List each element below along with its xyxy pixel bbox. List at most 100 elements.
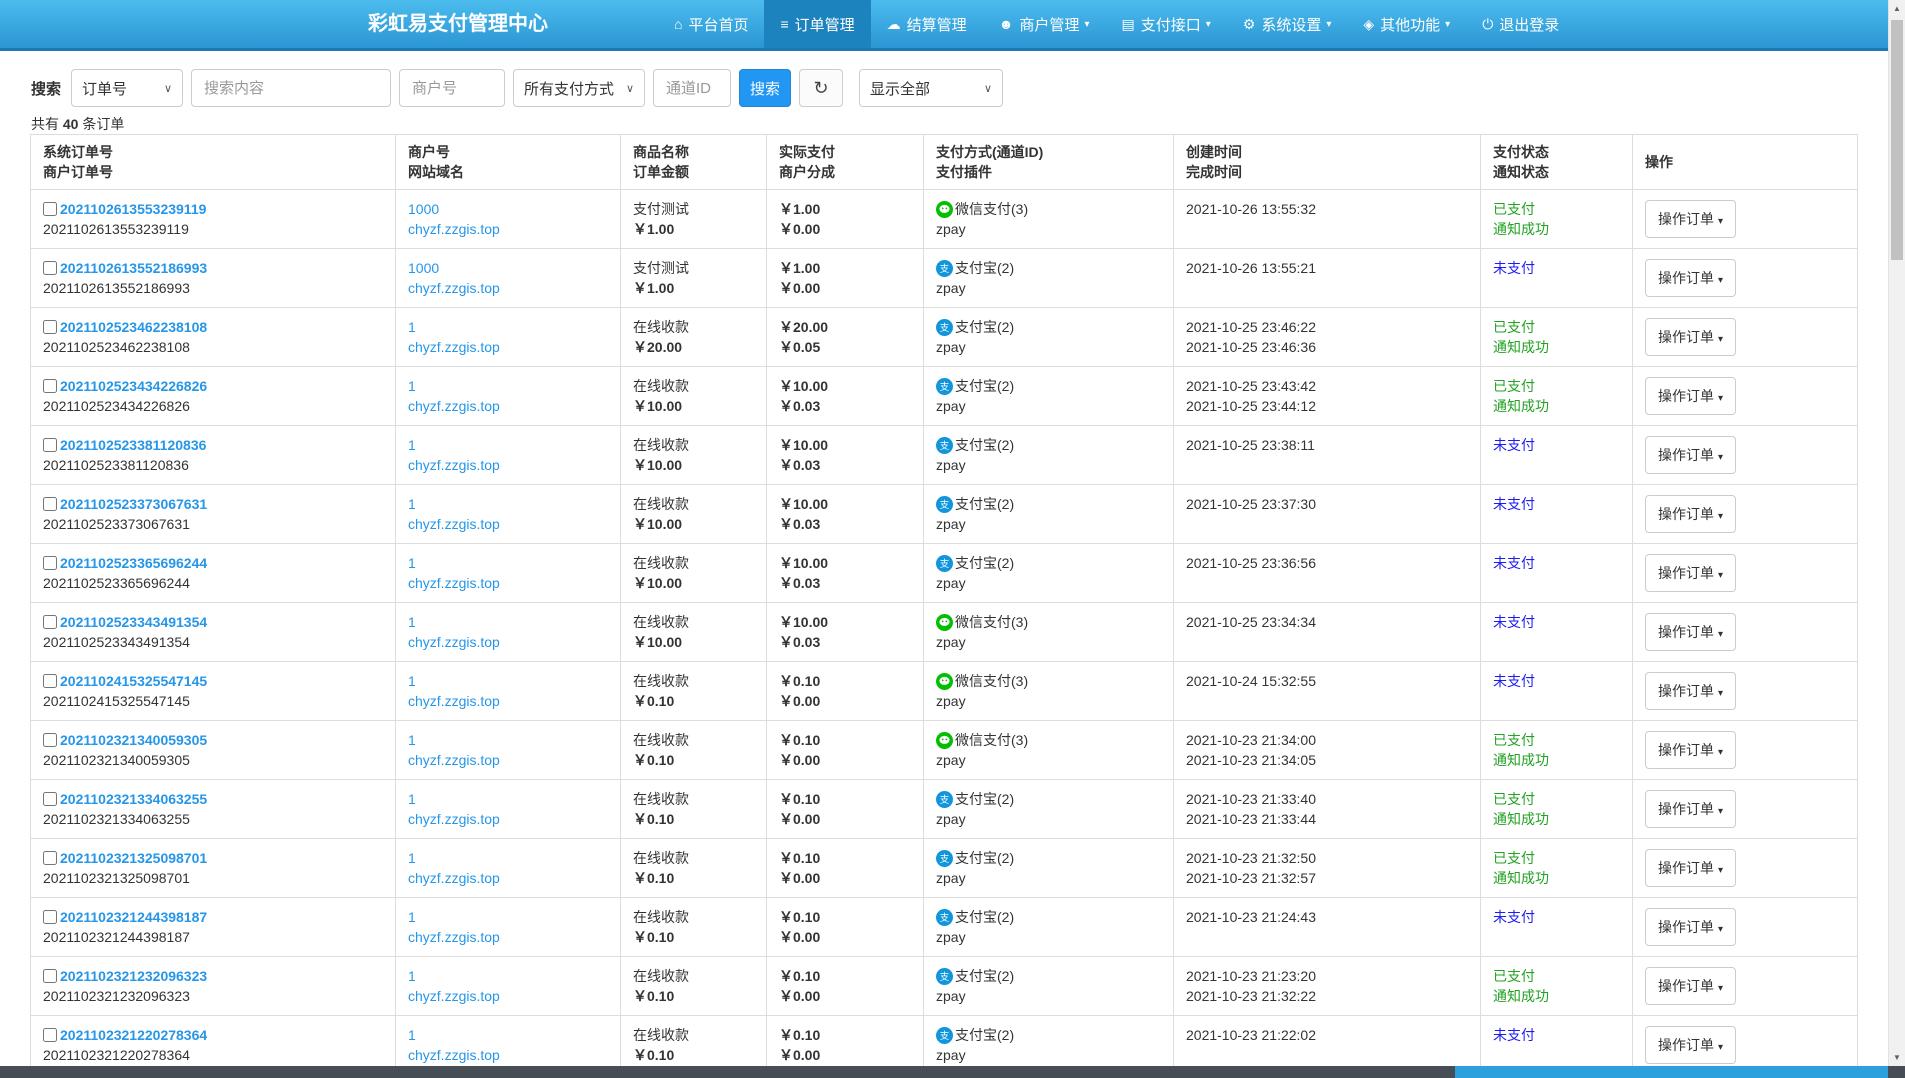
- site-domain-link[interactable]: chyzf.zzgis.top: [408, 398, 500, 414]
- row-checkbox[interactable]: [43, 910, 57, 924]
- row-checkbox[interactable]: [43, 556, 57, 570]
- site-domain-link[interactable]: chyzf.zzgis.top: [408, 634, 500, 650]
- refresh-button[interactable]: ↻: [799, 69, 843, 107]
- row-checkbox[interactable]: [43, 1028, 57, 1042]
- nav-item-orders[interactable]: ≡ 订单管理: [764, 0, 870, 48]
- search-content-input[interactable]: [191, 69, 391, 107]
- order-action-button[interactable]: 操作订单▾: [1645, 849, 1736, 887]
- nav-item-logout[interactable]: ⏻ 退出登录: [1466, 0, 1575, 48]
- order-action-button[interactable]: 操作订单▾: [1645, 731, 1736, 769]
- site-domain-link[interactable]: chyzf.zzgis.top: [408, 811, 500, 827]
- nav-item-pay-api[interactable]: ▤ 支付接口 ▾: [1105, 0, 1226, 48]
- order-action-button[interactable]: 操作订单▾: [1645, 1026, 1736, 1064]
- system-order-link[interactable]: 2021102321325098701: [60, 850, 207, 866]
- merchant-id-link[interactable]: 1: [408, 614, 416, 630]
- system-order-link[interactable]: 2021102321340059305: [60, 732, 207, 748]
- merchant-id-link[interactable]: 1: [408, 496, 416, 512]
- merchant-id-link[interactable]: 1000: [408, 201, 439, 217]
- order-action-button[interactable]: 操作订单▾: [1645, 790, 1736, 828]
- horizontal-scrollbar[interactable]: [0, 1066, 1905, 1078]
- nav-item-system-settings[interactable]: ⚙ 系统设置 ▾: [1227, 0, 1348, 48]
- system-order-link[interactable]: 2021102321220278364: [60, 1027, 207, 1043]
- order-action-button[interactable]: 操作订单▾: [1645, 672, 1736, 710]
- order-action-button[interactable]: 操作订单▾: [1645, 967, 1736, 1005]
- site-domain-link[interactable]: chyzf.zzgis.top: [408, 988, 500, 1004]
- merchant-id-link[interactable]: 1: [408, 378, 416, 394]
- row-checkbox[interactable]: [43, 497, 57, 511]
- site-domain-link[interactable]: chyzf.zzgis.top: [408, 221, 500, 237]
- order-action-button[interactable]: 操作订单▾: [1645, 908, 1736, 946]
- system-order-link[interactable]: 2021102523373067631: [60, 496, 207, 512]
- row-checkbox[interactable]: [43, 674, 57, 688]
- order-action-button[interactable]: 操作订单▾: [1645, 436, 1736, 474]
- merchant-id-link[interactable]: 1000: [408, 260, 439, 276]
- merchant-id-link[interactable]: 1: [408, 319, 416, 335]
- system-order-link[interactable]: 2021102523462238108: [60, 319, 207, 335]
- row-checkbox[interactable]: [43, 615, 57, 629]
- system-order-link[interactable]: 2021102523343491354: [60, 614, 207, 630]
- system-order-link[interactable]: 2021102523365696244: [60, 555, 207, 571]
- channel-id-input[interactable]: [653, 69, 731, 107]
- order-action-button[interactable]: 操作订单▾: [1645, 554, 1736, 592]
- system-order-link[interactable]: 2021102415325547145: [60, 673, 207, 689]
- site-domain-link[interactable]: chyzf.zzgis.top: [408, 280, 500, 296]
- order-action-button[interactable]: 操作订单▾: [1645, 377, 1736, 415]
- merchant-id-link[interactable]: 1: [408, 1027, 416, 1043]
- merchant-id-link[interactable]: 1: [408, 673, 416, 689]
- row-checkbox[interactable]: [43, 969, 57, 983]
- merchant-id-input[interactable]: [399, 69, 505, 107]
- site-domain-link[interactable]: chyzf.zzgis.top: [408, 516, 500, 532]
- nav-item-settlement[interactable]: ☁ 结算管理: [871, 0, 983, 48]
- nav-item-home[interactable]: ⌂ 平台首页: [658, 0, 764, 48]
- product-name: 在线收款: [633, 907, 754, 927]
- row-checkbox[interactable]: [43, 261, 57, 275]
- system-order-link[interactable]: 2021102523381120836: [60, 437, 206, 453]
- site-domain-link[interactable]: chyzf.zzgis.top: [408, 752, 500, 768]
- merchant-id-link[interactable]: 1: [408, 850, 416, 866]
- merchant-id-link[interactable]: 1: [408, 791, 416, 807]
- nav-item-merchants[interactable]: ☻ 商户管理 ▾: [983, 0, 1106, 48]
- scroll-down-icon[interactable]: ▼: [1889, 1049, 1905, 1066]
- row-checkbox[interactable]: [43, 851, 57, 865]
- system-order-link[interactable]: 2021102321232096323: [60, 968, 207, 984]
- search-type-select[interactable]: 订单号 ∨: [71, 69, 183, 107]
- merchant-id-link[interactable]: 1: [408, 732, 416, 748]
- vertical-scrollbar[interactable]: ▲ ▼: [1888, 0, 1905, 1066]
- system-order-link[interactable]: 2021102321334063255: [60, 791, 207, 807]
- row-checkbox[interactable]: [43, 379, 57, 393]
- row-checkbox[interactable]: [43, 202, 57, 216]
- search-button[interactable]: 搜索: [739, 69, 791, 107]
- system-order-link[interactable]: 2021102613553239119: [60, 201, 206, 217]
- site-domain-link[interactable]: chyzf.zzgis.top: [408, 575, 500, 591]
- pay-type-select[interactable]: 所有支付方式 ∨: [513, 69, 645, 107]
- merchant-id-link[interactable]: 1: [408, 968, 416, 984]
- site-domain-link[interactable]: chyzf.zzgis.top: [408, 457, 500, 473]
- merchant-id-link[interactable]: 1: [408, 909, 416, 925]
- order-action-button[interactable]: 操作订单▾: [1645, 200, 1736, 238]
- order-action-button[interactable]: 操作订单▾: [1645, 318, 1736, 356]
- site-domain-link[interactable]: chyzf.zzgis.top: [408, 870, 500, 886]
- order-action-button[interactable]: 操作订单▾: [1645, 613, 1736, 651]
- scroll-up-icon[interactable]: ▲: [1889, 0, 1905, 17]
- horizontal-scrollbar-thumb[interactable]: [1455, 1066, 1888, 1078]
- row-checkbox[interactable]: [43, 792, 57, 806]
- site-domain-link[interactable]: chyzf.zzgis.top: [408, 693, 500, 709]
- row-checkbox[interactable]: [43, 320, 57, 334]
- site-domain-link[interactable]: chyzf.zzgis.top: [408, 1047, 500, 1063]
- display-filter-select[interactable]: 显示全部 ∨: [859, 69, 1003, 107]
- vertical-scrollbar-thumb[interactable]: [1891, 20, 1903, 260]
- order-action-button[interactable]: 操作订单▾: [1645, 495, 1736, 533]
- site-domain-link[interactable]: chyzf.zzgis.top: [408, 339, 500, 355]
- site-domain-link[interactable]: chyzf.zzgis.top: [408, 929, 500, 945]
- row-checkbox[interactable]: [43, 733, 57, 747]
- caret-down-icon: ▾: [1718, 393, 1723, 404]
- paid-amount: ￥1.00: [779, 199, 911, 219]
- system-order-link[interactable]: 2021102321244398187: [60, 909, 207, 925]
- system-order-link[interactable]: 2021102613552186993: [60, 260, 207, 276]
- nav-item-misc-functions[interactable]: ◈ 其他功能 ▾: [1347, 0, 1466, 48]
- system-order-link[interactable]: 2021102523434226826: [60, 378, 207, 394]
- merchant-id-link[interactable]: 1: [408, 555, 416, 571]
- merchant-id-link[interactable]: 1: [408, 437, 416, 453]
- order-action-button[interactable]: 操作订单▾: [1645, 259, 1736, 297]
- row-checkbox[interactable]: [43, 438, 57, 452]
